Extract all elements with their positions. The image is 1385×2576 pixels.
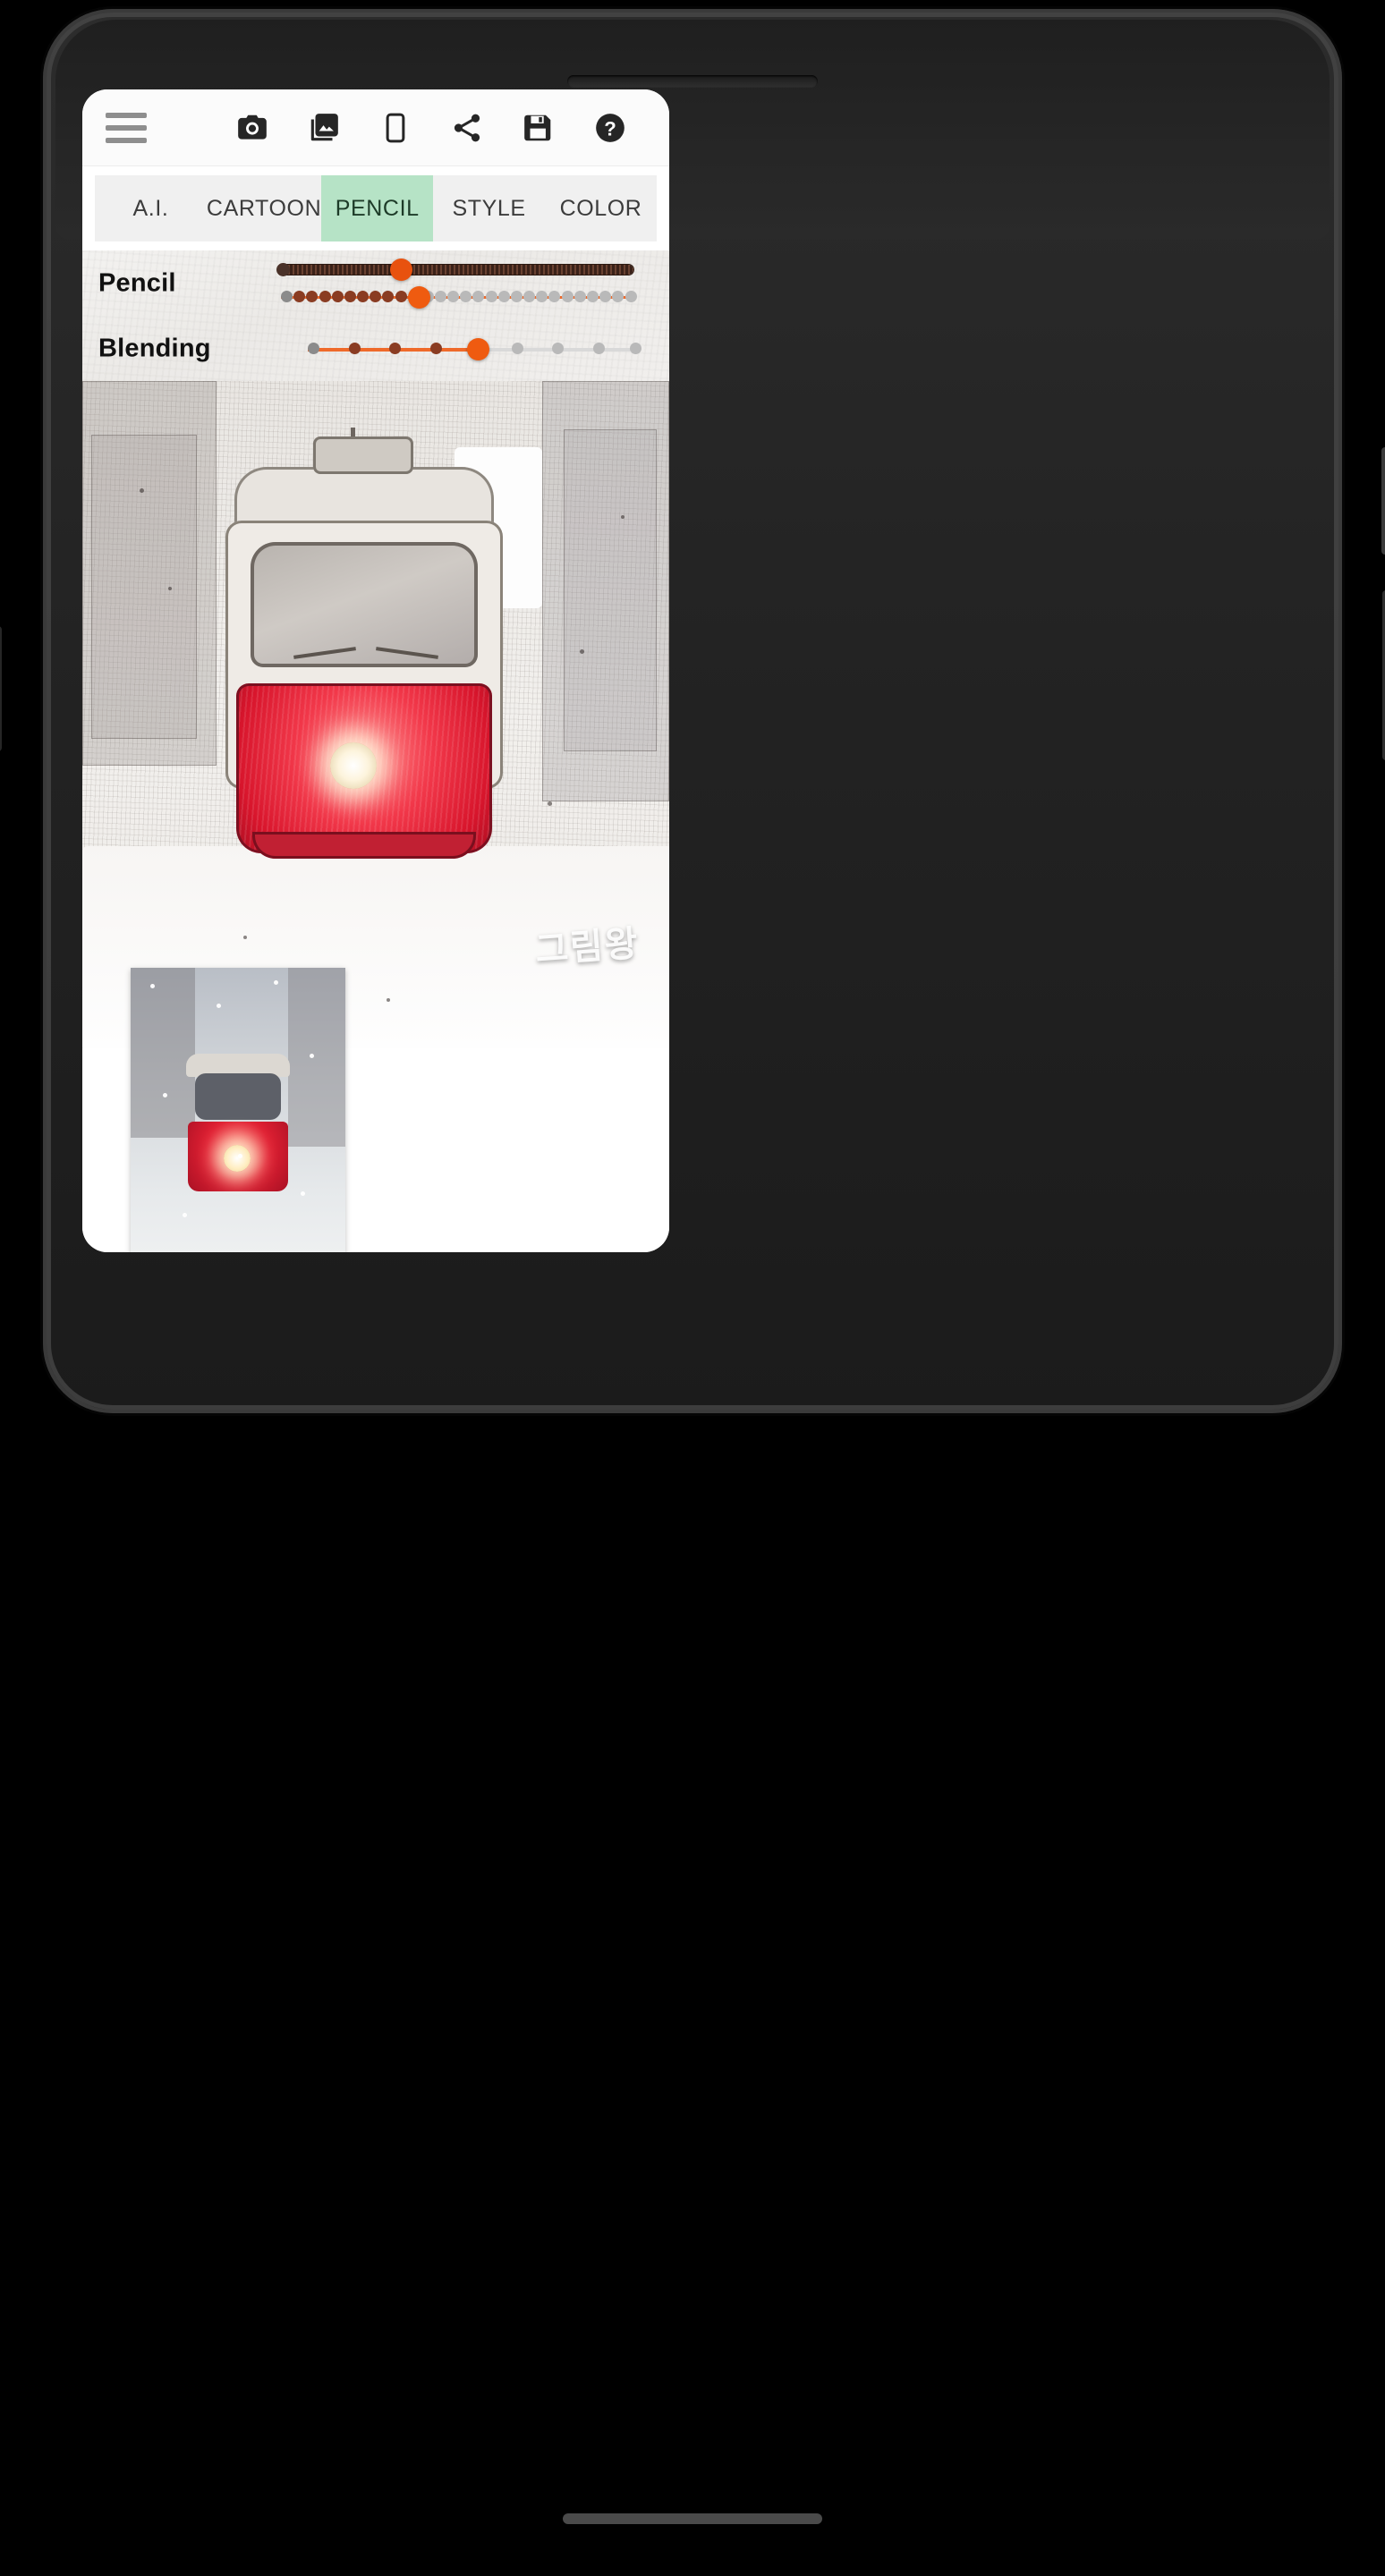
pencil-detail-track[interactable] [281, 286, 637, 309]
pencil-detail-thumb[interactable] [407, 286, 430, 309]
pencil-sketch-preview[interactable]: 그림왕 [82, 381, 669, 1048]
slider-panel: Pencil Blending [82, 250, 669, 381]
menu-icon[interactable] [106, 112, 147, 143]
watermark-text: 그림왕 [533, 922, 641, 971]
building-right-front [564, 429, 657, 751]
tram-sketch [217, 428, 512, 893]
svg-text:?: ? [604, 117, 616, 140]
left-side-accent [0, 626, 2, 751]
help-icon[interactable]: ? [574, 89, 646, 166]
pencil-intensity-track[interactable] [276, 258, 633, 281]
blending-thumb[interactable] [467, 338, 490, 360]
phone-chin [47, 2428, 1338, 2562]
power-button[interactable] [1381, 447, 1385, 555]
screenshot-root: ? A.I. CARTOON PENCIL STYLE COLOR Pencil [0, 0, 1385, 2576]
tab-pencil[interactable]: PENCIL [321, 175, 434, 242]
tab-color[interactable]: COLOR [545, 175, 657, 242]
earpiece-speaker [567, 75, 818, 88]
gallery-icon[interactable] [288, 89, 360, 166]
blending-track[interactable] [308, 338, 642, 360]
building-left-front [91, 435, 197, 739]
tab-ai[interactable]: A.I. [95, 175, 207, 242]
pencil-slider-label: Pencil [98, 268, 176, 297]
app-toolbar: ? [82, 89, 669, 166]
slider-row-pencil: Pencil [82, 250, 669, 316]
effect-tabs: A.I. CARTOON PENCIL STYLE COLOR [82, 166, 669, 250]
tab-cartoon[interactable]: CARTOON [206, 175, 322, 242]
original-photo-thumbnail[interactable] [131, 968, 345, 1252]
nav-gesture-pill[interactable] [563, 2513, 822, 2524]
phone-screen: ? A.I. CARTOON PENCIL STYLE COLOR Pencil [82, 89, 669, 1252]
slider-row-blending: Blending [82, 316, 669, 381]
tab-style[interactable]: STYLE [433, 175, 546, 242]
thumbnail-strip [82, 968, 669, 1252]
pencil-intensity-thumb[interactable] [390, 258, 413, 281]
camera-icon[interactable] [217, 89, 288, 166]
blending-slider-label: Blending [98, 334, 211, 362]
share-icon[interactable] [431, 89, 503, 166]
save-icon[interactable] [503, 89, 574, 166]
frame-icon[interactable] [360, 89, 431, 166]
